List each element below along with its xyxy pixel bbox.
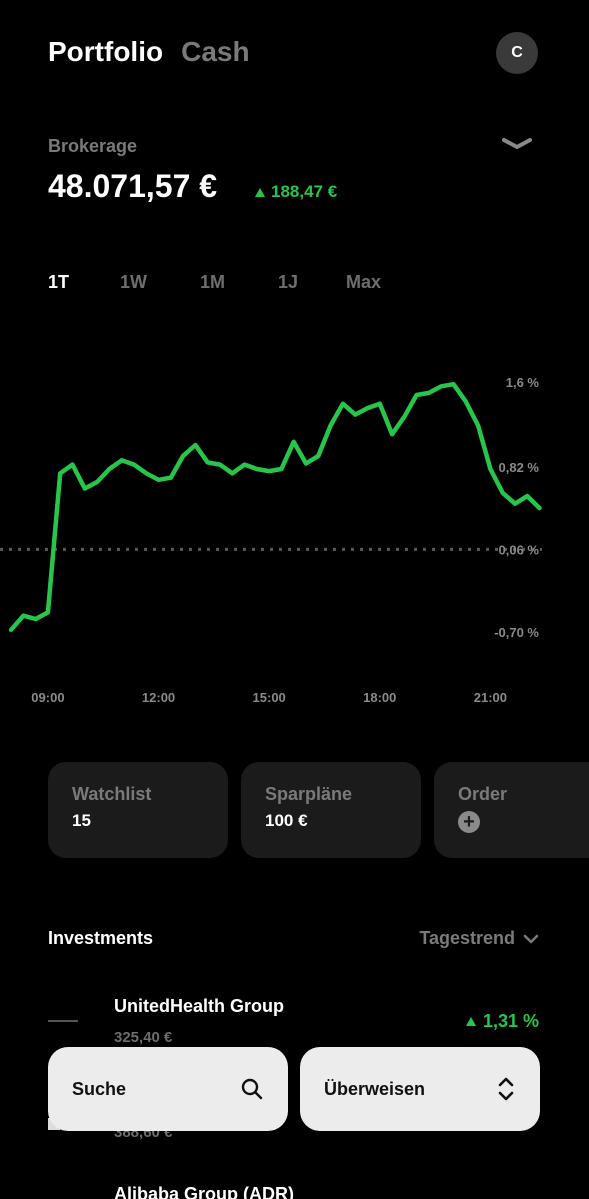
tab-cash[interactable]: Cash xyxy=(181,36,249,68)
x-tick-label: 15:00 xyxy=(253,690,286,705)
x-tick-label: 09:00 xyxy=(31,690,64,705)
range-1t[interactable]: 1T xyxy=(48,272,120,293)
watchlist-title: Watchlist xyxy=(72,784,152,804)
x-tick-label: 18:00 xyxy=(363,690,396,705)
range-1m[interactable]: 1M xyxy=(200,272,278,293)
investments-header: Investments Tagestrend xyxy=(48,928,539,949)
list-item[interactable]: Alibaba Group (ADR) xyxy=(48,1180,539,1199)
y-tick-label: 0,82 % xyxy=(499,460,540,475)
y-tick-label: 1,6 % xyxy=(506,375,540,390)
search-icon xyxy=(241,1078,263,1100)
stock-name: UnitedHealth Group xyxy=(114,996,284,1016)
y-tick-label: -0,70 % xyxy=(494,625,539,640)
portfolio-chart[interactable]: 1,6 % 0,82 % 0,06 % -0,70 % 09:00 12:00 15:00 1… xyxy=(0,340,589,720)
list-item[interactable]: UnitedHealth Group 325,40 € 1,31 % xyxy=(48,990,539,1050)
sort-dropdown[interactable]: Tagestrend xyxy=(419,928,539,949)
bottom-action-bar: Suche Überweisen xyxy=(48,1047,540,1131)
stock-trend-value: 1,31 % xyxy=(482,1011,539,1031)
range-1j[interactable]: 1J xyxy=(278,272,346,293)
tab-portfolio[interactable]: Portfolio xyxy=(48,36,163,68)
portfolio-header: Portfolio Cash xyxy=(48,36,250,68)
plus-icon[interactable]: + xyxy=(458,811,480,833)
x-tick-label: 12:00 xyxy=(142,690,175,705)
range-selector: 1T 1W 1M 1J Max xyxy=(48,272,381,293)
portfolio-balance: 48.071,57 € xyxy=(48,168,218,204)
sort-label: Tagestrend xyxy=(419,928,515,948)
series-line xyxy=(8,381,542,633)
order-card[interactable]: Order + xyxy=(434,762,589,858)
chevron-down-icon[interactable] xyxy=(500,134,534,154)
stock-price: 325,40 € xyxy=(114,1029,173,1046)
triangle-up-icon xyxy=(255,187,265,197)
savings-plans-card[interactable]: Sparpläne 100 € xyxy=(241,762,421,858)
investments-title: Investments xyxy=(48,928,154,948)
savings-plans-amount: 100 € xyxy=(265,811,308,830)
transfer-button[interactable]: Überweisen xyxy=(300,1047,540,1131)
watchlist-count: 15 xyxy=(72,811,91,830)
company-logo xyxy=(48,1002,88,1042)
stock-name: Alibaba Group (ADR) xyxy=(114,1184,294,1199)
range-1w[interactable]: 1W xyxy=(120,272,200,293)
daily-change-value: 188,47 € xyxy=(271,182,338,201)
order-title: Order xyxy=(458,784,508,804)
y-tick-label: 0,06 % xyxy=(499,542,540,557)
x-tick-label: 21:00 xyxy=(474,690,507,705)
search-button[interactable]: Suche xyxy=(48,1047,288,1131)
transfer-label: Überweisen xyxy=(324,1078,426,1099)
search-label: Suche xyxy=(72,1078,127,1099)
chevron-up-down-icon xyxy=(498,1077,514,1101)
quick-cards: Watchlist 15 Sparpläne 100 € Order + xyxy=(48,762,589,858)
stock-trend: 1,31 % xyxy=(465,1011,539,1032)
avatar[interactable]: C xyxy=(496,32,538,74)
triangle-up-icon xyxy=(465,1017,476,1026)
account-label: Brokerage xyxy=(48,136,138,156)
savings-plans-title: Sparpläne xyxy=(265,784,353,804)
range-max[interactable]: Max xyxy=(346,272,381,293)
watchlist-card[interactable]: Watchlist 15 xyxy=(48,762,228,858)
daily-change: 188,47 € xyxy=(255,182,337,202)
chevron-down-icon xyxy=(523,934,539,943)
